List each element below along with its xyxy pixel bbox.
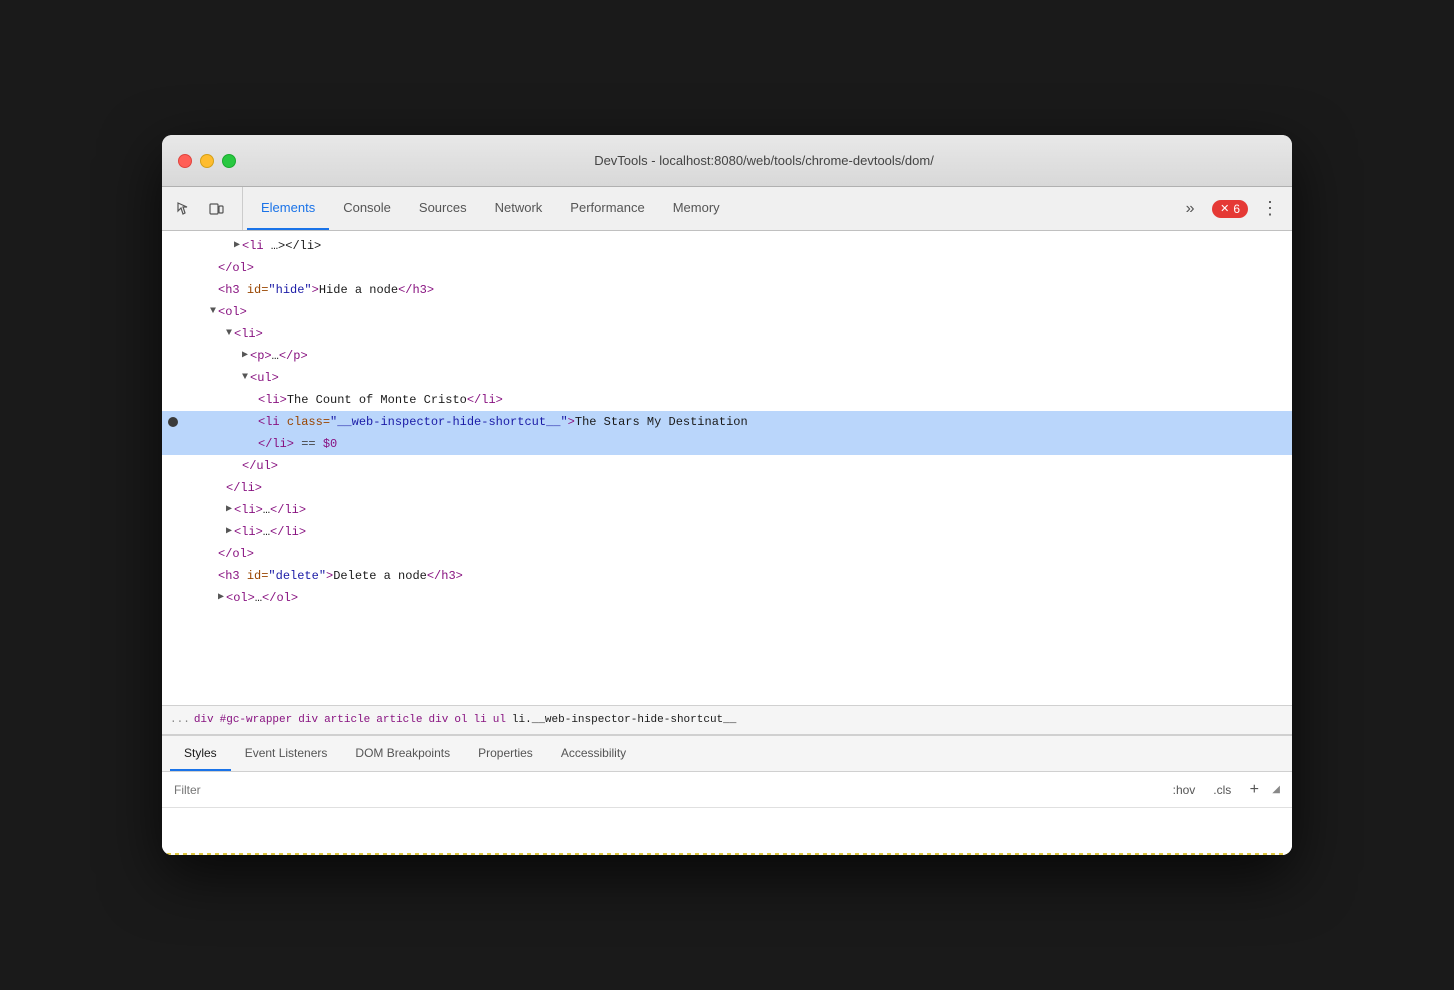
breadcrumb-item-div3[interactable]: div (429, 714, 449, 726)
traffic-lights (178, 154, 236, 168)
dom-line[interactable]: <h3 id= "delete" > Delete a node </h3> (162, 565, 1292, 587)
filter-input[interactable] (174, 783, 1168, 797)
dom-line[interactable]: ▼ <li> (162, 323, 1292, 345)
collapse-triangle[interactable]: ▼ (210, 302, 216, 322)
breakpoint-dot (168, 417, 178, 427)
styles-content-area (162, 808, 1292, 855)
breadcrumb-item-div[interactable]: div (194, 714, 214, 726)
more-tabs-button[interactable]: » (1176, 195, 1204, 223)
breadcrumb-item-gc-wrapper[interactable]: #gc-wrapper (220, 714, 293, 726)
dom-content: ▶ <li …></li> </ol> <h3 id= "hide" > Hid… (162, 231, 1292, 613)
collapse-triangle[interactable]: ▶ (226, 500, 232, 520)
collapse-triangle[interactable]: ▶ (218, 588, 224, 608)
window-title: DevTools - localhost:8080/web/tools/chro… (252, 153, 1276, 168)
dom-line[interactable]: </ul> (162, 455, 1292, 477)
tab-memory[interactable]: Memory (659, 187, 734, 230)
dom-line[interactable]: ▶ <li …></li> (162, 235, 1292, 257)
breadcrumb: ... div #gc-wrapper div article article … (162, 705, 1292, 735)
add-style-button[interactable]: + (1244, 780, 1264, 800)
dom-line[interactable]: <h3 id= "hide" > Hide a node </h3> (162, 279, 1292, 301)
breadcrumb-item-ol[interactable]: ol (454, 714, 467, 726)
toolbar-right: » ✕ 6 ⋮ (1176, 187, 1284, 230)
inspect-icon[interactable] (170, 195, 198, 223)
resize-handle: ◢ (1272, 784, 1280, 795)
main-tabs: Elements Console Sources Network Perform… (247, 187, 734, 230)
bottom-tab-event-listeners[interactable]: Event Listeners (231, 736, 342, 771)
tab-network[interactable]: Network (481, 187, 557, 230)
dom-line[interactable]: ▶ <ol> … </ol> (162, 587, 1292, 609)
dom-line-highlighted[interactable]: <li class= "__web-inspector-hide-shortcu… (162, 411, 1292, 433)
breadcrumb-dots: ... (170, 714, 190, 726)
title-bar: DevTools - localhost:8080/web/tools/chro… (162, 135, 1292, 187)
toolbar-icons (170, 187, 243, 230)
bottom-tab-dom-breakpoints[interactable]: DOM Breakpoints (341, 736, 464, 771)
cls-button[interactable]: .cls (1208, 780, 1236, 800)
devtools-window: DevTools - localhost:8080/web/tools/chro… (162, 135, 1292, 855)
dom-line[interactable]: ▶ <p> … </p> (162, 345, 1292, 367)
bottom-panel: Styles Event Listeners DOM Breakpoints P… (162, 735, 1292, 855)
dom-line[interactable]: </li> (162, 477, 1292, 499)
dom-line[interactable]: ▶ <li> … </li> (162, 521, 1292, 543)
minimize-button[interactable] (200, 154, 214, 168)
tab-elements[interactable]: Elements (247, 187, 329, 230)
dom-panel[interactable]: ▶ <li …></li> </ol> <h3 id= "hide" > Hid… (162, 231, 1292, 705)
breadcrumb-item-article2[interactable]: article (376, 714, 422, 726)
filter-actions: :hov .cls + ◢ (1168, 780, 1280, 800)
tab-sources[interactable]: Sources (405, 187, 481, 230)
dom-line-highlighted-end[interactable]: </li> == $0 (162, 433, 1292, 455)
error-badge[interactable]: ✕ 6 (1212, 200, 1248, 218)
dom-line[interactable]: ▶ <li> … </li> (162, 499, 1292, 521)
collapse-triangle[interactable]: ▼ (242, 368, 248, 388)
hov-button[interactable]: :hov (1168, 780, 1201, 800)
maximize-button[interactable] (222, 154, 236, 168)
collapse-triangle[interactable]: ▼ (226, 324, 232, 344)
dom-line[interactable]: ▼ <ul> (162, 367, 1292, 389)
close-button[interactable] (178, 154, 192, 168)
collapse-triangle[interactable]: ▶ (226, 522, 232, 542)
bottom-tabs: Styles Event Listeners DOM Breakpoints P… (162, 736, 1292, 772)
breadcrumb-item-active[interactable]: li.__web-inspector-hide-shortcut__ (512, 714, 736, 726)
bottom-tab-styles[interactable]: Styles (170, 736, 231, 771)
device-icon[interactable] (202, 195, 230, 223)
dom-line[interactable]: <li> The Count of Monte Cristo </li> (162, 389, 1292, 411)
collapse-triangle[interactable]: ▶ (234, 236, 240, 256)
filter-bar: :hov .cls + ◢ (162, 772, 1292, 808)
breadcrumb-item-li[interactable]: li (474, 714, 487, 726)
devtools-menu-button[interactable]: ⋮ (1256, 195, 1284, 223)
breadcrumb-item-article1[interactable]: article (324, 714, 370, 726)
bottom-tab-properties[interactable]: Properties (464, 736, 547, 771)
dom-line[interactable]: ▼ <ol> (162, 301, 1292, 323)
dom-line[interactable]: </ol> (162, 257, 1292, 279)
error-icon: ✕ (1220, 202, 1229, 215)
breadcrumb-item-div2[interactable]: div (298, 714, 318, 726)
collapse-triangle[interactable]: ▶ (242, 346, 248, 366)
bottom-tab-accessibility[interactable]: Accessibility (547, 736, 640, 771)
tab-performance[interactable]: Performance (556, 187, 658, 230)
tab-console[interactable]: Console (329, 187, 405, 230)
dom-line[interactable]: </ol> (162, 543, 1292, 565)
toolbar: Elements Console Sources Network Perform… (162, 187, 1292, 231)
breadcrumb-item-ul[interactable]: ul (493, 714, 506, 726)
